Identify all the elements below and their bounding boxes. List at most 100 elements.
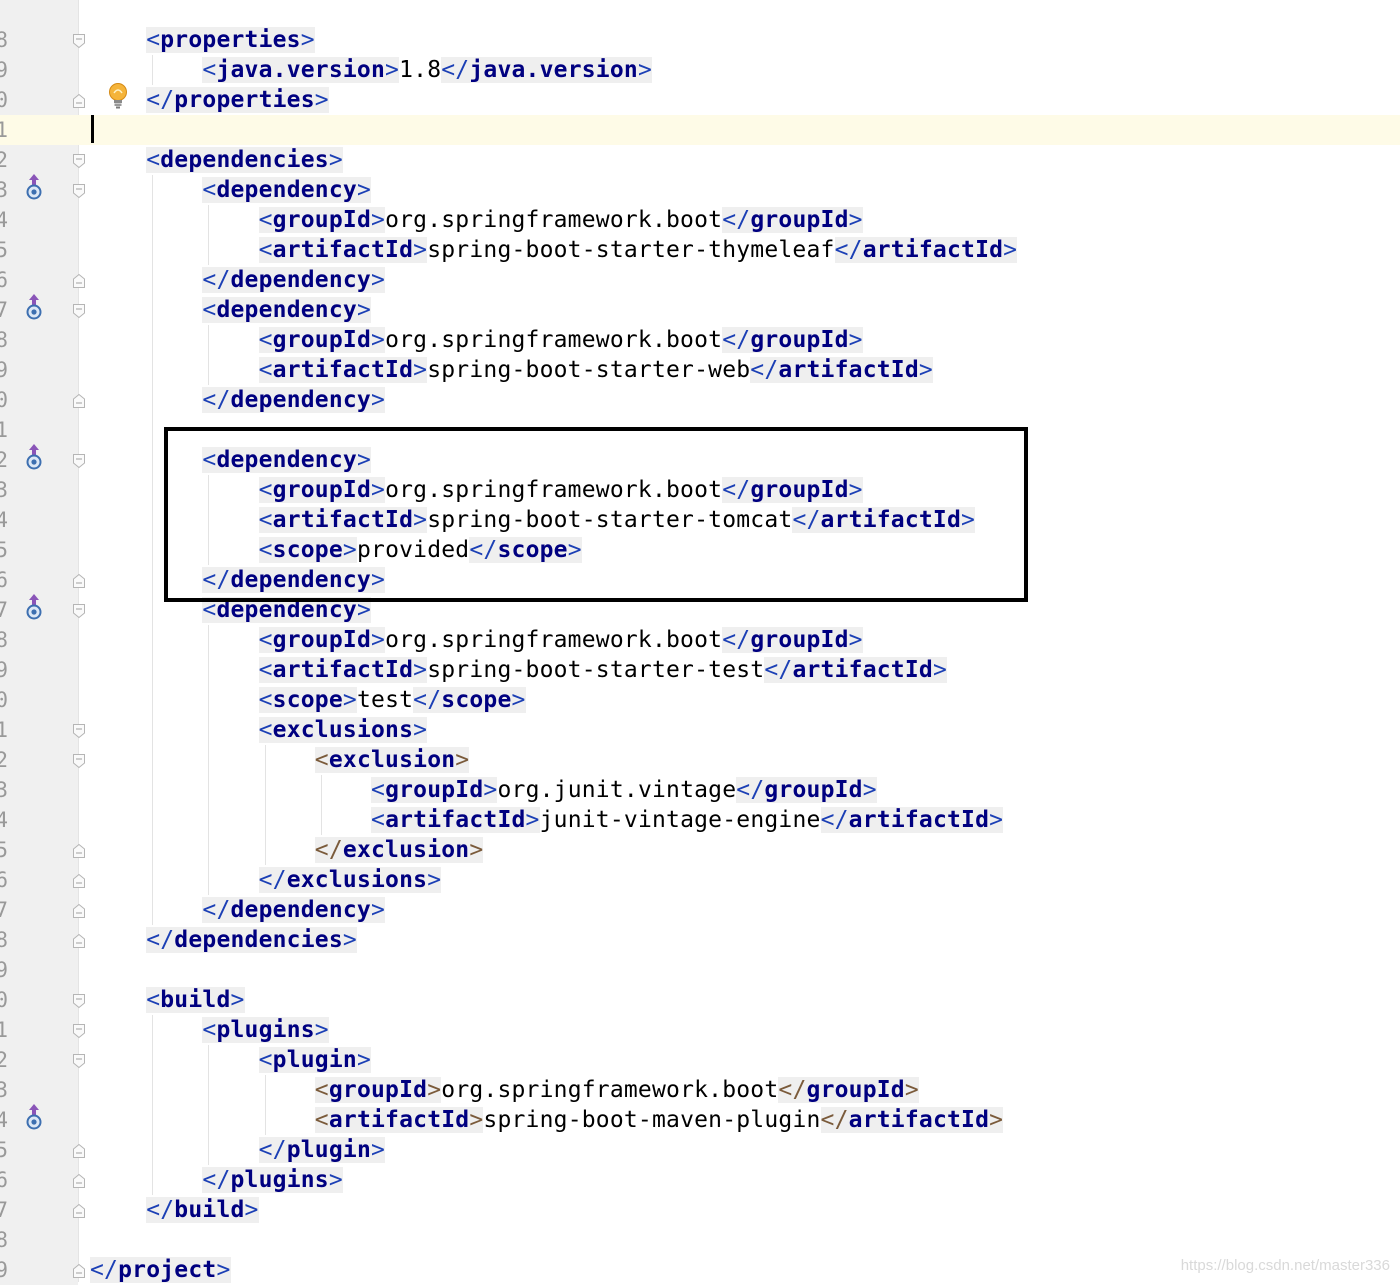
gutter-cell[interactable] [0, 835, 78, 865]
gutter-cell[interactable] [0, 1075, 78, 1105]
code-line[interactable]: 8 [0, 1225, 1400, 1255]
code-line[interactable]: 2 <plugin> [0, 1045, 1400, 1075]
fold-marker-icon[interactable] [72, 303, 85, 319]
code-line[interactable]: 7 </build> [0, 1195, 1400, 1225]
code-text[interactable]: <dependencies> [146, 145, 343, 175]
code-line[interactable]: 9 <java.version>1.8</java.version> [0, 55, 1400, 85]
maven-override-icon[interactable] [22, 1102, 46, 1132]
code-line[interactable]: 6 </exclusions> [0, 865, 1400, 895]
code-text[interactable]: <dependency> [202, 295, 371, 325]
code-text[interactable]: </properties> [146, 85, 329, 115]
maven-override-icon[interactable] [22, 592, 46, 622]
code-line[interactable]: 1 [0, 115, 1400, 145]
lightbulb-icon[interactable] [106, 81, 130, 111]
gutter-cell[interactable] [0, 85, 78, 115]
code-line[interactable]: 6 </dependency> [0, 265, 1400, 295]
fold-marker-icon[interactable] [72, 1053, 85, 1069]
code-text[interactable]: </exclusions> [258, 865, 442, 895]
code-line[interactable]: 5 </exclusion> [0, 835, 1400, 865]
gutter-cell[interactable] [0, 145, 78, 175]
fold-marker-icon[interactable] [72, 723, 85, 739]
code-line[interactable]: 4 <artifactId>spring-boot-maven-plugin</a… [0, 1102, 1400, 1135]
code-text[interactable]: <properties> [146, 25, 315, 55]
fold-marker-icon[interactable] [72, 153, 85, 169]
code-line[interactable]: 3 <groupId>org.springframework.boot</grou… [0, 1075, 1400, 1105]
gutter-cell[interactable] [0, 25, 78, 55]
fold-marker-icon[interactable] [72, 753, 85, 769]
code-text[interactable]: <groupId>org.springframework.boot</group… [258, 625, 863, 655]
gutter-cell[interactable] [0, 805, 78, 835]
gutter-cell[interactable] [0, 895, 78, 925]
code-line[interactable]: 0 </properties> [0, 83, 1400, 115]
fold-marker-icon[interactable] [72, 393, 85, 408]
gutter-cell[interactable] [0, 865, 78, 895]
code-editor[interactable]: 8 <properties> 9 <java.version>1.8</java.ve… [0, 0, 1400, 1285]
code-text[interactable]: </dependencies> [146, 925, 357, 955]
gutter-cell[interactable] [0, 55, 78, 85]
gutter-cell[interactable] [0, 355, 78, 385]
fold-marker-icon[interactable] [72, 993, 85, 1009]
code-text[interactable]: <plugin> [258, 1045, 372, 1075]
code-text[interactable]: <groupId>org.junit.vintage</groupId> [371, 775, 877, 805]
code-line[interactable]: 7 </dependency> [0, 895, 1400, 925]
gutter-cell[interactable] [0, 115, 78, 145]
code-line[interactable]: 4 <artifactId>junit-vintage-engine</artif… [0, 805, 1400, 835]
gutter-cell[interactable] [0, 475, 78, 505]
code-text[interactable]: <artifactId>spring-boot-starter-test</ar… [258, 655, 947, 685]
fold-marker-icon[interactable] [72, 453, 85, 469]
gutter-cell[interactable] [0, 235, 78, 265]
code-text[interactable]: <dependency> [202, 175, 371, 205]
code-text[interactable]: </plugin> [258, 1135, 386, 1165]
code-text[interactable]: <exclusions> [258, 715, 428, 745]
gutter-cell[interactable] [0, 925, 78, 955]
maven-override-icon[interactable] [22, 292, 46, 322]
fold-marker-icon[interactable] [72, 183, 85, 199]
gutter-cell[interactable] [0, 385, 78, 415]
gutter-cell[interactable] [0, 565, 78, 595]
code-line[interactable]: 2 <exclusion> [0, 745, 1400, 775]
code-line[interactable]: 8 <groupId>org.springframework.boot</grou… [0, 325, 1400, 355]
gutter-cell[interactable] [0, 325, 78, 355]
code-line[interactable]: 0 <scope>test</scope> [0, 685, 1400, 715]
code-line[interactable]: 1 <exclusions> [0, 715, 1400, 745]
code-line[interactable]: 9 <artifactId>spring-boot-starter-test</a… [0, 655, 1400, 685]
fold-marker-icon[interactable] [72, 873, 85, 888]
code-line[interactable]: 0 </dependency> [0, 385, 1400, 415]
gutter-cell[interactable] [0, 1135, 78, 1165]
code-text[interactable]: <scope>test</scope> [258, 685, 526, 715]
fold-marker-icon[interactable] [72, 603, 85, 619]
code-text[interactable]: <groupId>org.springframework.boot</group… [258, 205, 863, 235]
fold-marker-icon[interactable] [72, 1173, 85, 1188]
gutter-cell[interactable] [0, 1195, 78, 1225]
gutter-cell[interactable] [0, 205, 78, 235]
maven-override-icon[interactable] [22, 442, 46, 472]
code-line[interactable]: 8 <groupId>org.springframework.boot</grou… [0, 625, 1400, 655]
code-text[interactable]: </dependency> [202, 265, 386, 295]
maven-override-icon[interactable] [22, 172, 46, 202]
code-text[interactable]: <artifactId>spring-boot-starter-thymelea… [258, 235, 1018, 265]
gutter-cell[interactable] [0, 655, 78, 685]
code-text[interactable]: </project> [90, 1255, 231, 1285]
gutter-cell[interactable] [0, 505, 78, 535]
fold-marker-icon[interactable] [72, 1023, 85, 1039]
fold-marker-icon[interactable] [72, 93, 85, 108]
gutter-cell[interactable] [0, 415, 78, 445]
code-line[interactable]: 9 [0, 955, 1400, 985]
code-text[interactable]: <plugins> [202, 1015, 329, 1045]
fold-marker-icon[interactable] [72, 1143, 85, 1158]
gutter-cell[interactable] [0, 1015, 78, 1045]
code-line[interactable]: 7 <dependency> [0, 292, 1400, 325]
fold-marker-icon[interactable] [72, 273, 85, 288]
code-line[interactable]: 5 <artifactId>spring-boot-starter-thymele… [0, 235, 1400, 265]
code-line[interactable]: 1 <plugins> [0, 1015, 1400, 1045]
code-text[interactable]: <build> [146, 985, 245, 1015]
gutter-cell[interactable] [0, 1045, 78, 1075]
gutter-cell[interactable] [0, 1225, 78, 1255]
gutter-cell[interactable] [0, 625, 78, 655]
gutter-cell[interactable] [0, 265, 78, 295]
code-text[interactable]: <java.version>1.8</java.version> [202, 55, 652, 85]
code-line[interactable]: 2 <dependencies> [0, 145, 1400, 175]
code-text[interactable]: <artifactId>junit-vintage-engine</artifa… [371, 805, 1004, 835]
gutter-cell[interactable] [0, 715, 78, 745]
code-line[interactable]: 9 <artifactId>spring-boot-starter-web</ar… [0, 355, 1400, 385]
